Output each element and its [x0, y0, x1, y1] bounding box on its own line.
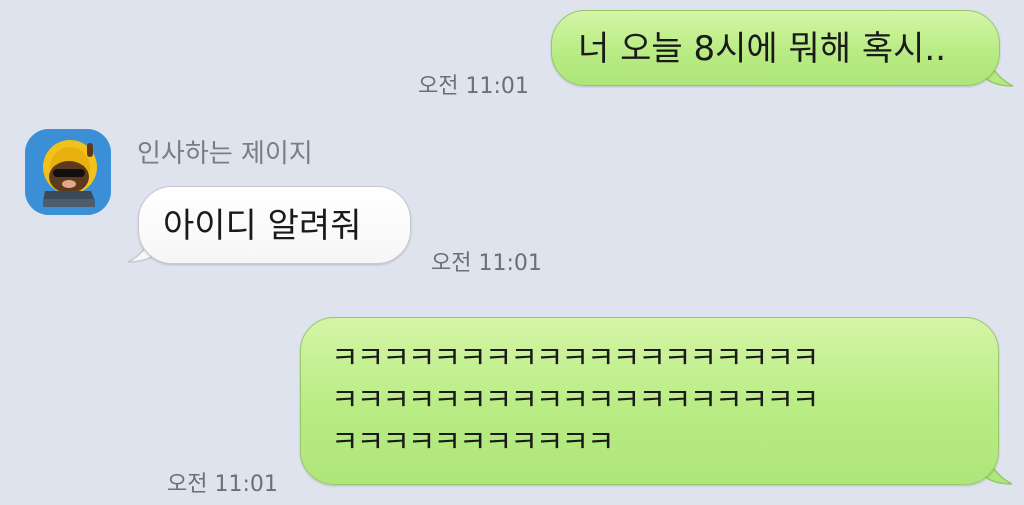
- message-time: 오전 11:01: [167, 472, 278, 497]
- message-bubble[interactable]: 아이디 알려줘: [138, 186, 411, 264]
- message-bubble[interactable]: 너 오늘 8시에 뭐해 혹시..: [551, 10, 1000, 86]
- message-text: ㅋㅋㅋㅋㅋㅋㅋㅋㅋㅋㅋㅋㅋㅋㅋㅋㅋㅋㅋ ㅋㅋㅋㅋㅋㅋㅋㅋㅋㅋㅋㅋㅋㅋㅋㅋㅋㅋㅋ …: [331, 338, 819, 464]
- message-line: ㅋㅋㅋㅋㅋㅋㅋㅋㅋㅋㅋ: [331, 425, 615, 460]
- message-time: 오전 11:01: [431, 251, 542, 276]
- message-line: ㅋㅋㅋㅋㅋㅋㅋㅋㅋㅋㅋㅋㅋㅋㅋㅋㅋㅋㅋ: [331, 383, 819, 418]
- sender-name: 인사하는 제이지: [137, 139, 313, 169]
- message-line: ㅋㅋㅋㅋㅋㅋㅋㅋㅋㅋㅋㅋㅋㅋㅋㅋㅋㅋㅋ: [331, 341, 819, 376]
- avatar[interactable]: [25, 129, 111, 215]
- message-text: 너 오늘 8시에 뭐해 혹시..: [578, 29, 946, 69]
- message-time: 오전 11:01: [418, 74, 529, 99]
- jay-g-character-icon: [25, 129, 111, 215]
- message-bubble[interactable]: ㅋㅋㅋㅋㅋㅋㅋㅋㅋㅋㅋㅋㅋㅋㅋㅋㅋㅋㅋ ㅋㅋㅋㅋㅋㅋㅋㅋㅋㅋㅋㅋㅋㅋㅋㅋㅋㅋㅋ …: [300, 317, 999, 485]
- message-text: 아이디 알려줘: [163, 206, 362, 246]
